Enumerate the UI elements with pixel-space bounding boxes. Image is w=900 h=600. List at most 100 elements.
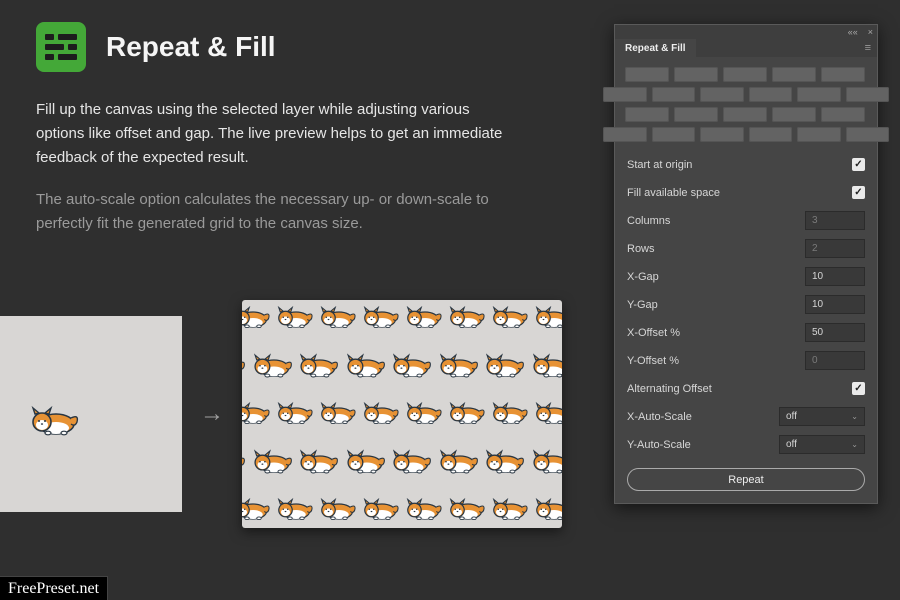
row-columns: Columns <box>627 210 865 231</box>
arrow-right-icon: → <box>200 400 224 428</box>
preview-brick <box>674 67 718 82</box>
panel-form: Start at origin ✓ Fill available space ✓… <box>615 148 877 503</box>
row-y-gap: Y-Gap <box>627 294 865 315</box>
shiba-icon <box>275 482 314 526</box>
shiba-icon <box>242 386 271 430</box>
shiba-icon <box>242 300 271 334</box>
row-x-offset: X-Offset % <box>627 322 865 343</box>
preview-brick <box>797 127 841 142</box>
select-y-auto-scale[interactable]: off ⌄ <box>779 435 865 454</box>
row-x-auto-scale: X-Auto-Scale off ⌄ <box>627 406 865 427</box>
shiba-icon <box>361 386 400 430</box>
shiba-icon <box>437 338 480 382</box>
preview-brick <box>603 127 647 142</box>
app-logo-icon <box>36 22 86 72</box>
preview-row <box>625 67 867 82</box>
panel-collapse-icon[interactable]: «« <box>848 27 858 37</box>
preview-brick <box>723 67 767 82</box>
shiba-icon <box>530 338 563 382</box>
shiba-icon <box>344 338 387 382</box>
shiba-icon <box>28 392 80 436</box>
row-y-offset: Y-Offset % <box>627 350 865 371</box>
preview-brick <box>674 107 718 122</box>
preview-brick <box>846 127 890 142</box>
shiba-icon <box>404 300 443 334</box>
preview-brick <box>625 107 669 122</box>
input-x-gap[interactable] <box>805 267 865 286</box>
shiba-icon <box>404 482 443 526</box>
shiba-icon <box>361 482 400 526</box>
label-columns: Columns <box>627 215 670 227</box>
preview-brick <box>723 107 767 122</box>
pattern-row <box>242 482 562 526</box>
canvas-after <box>242 300 562 528</box>
select-y-auto-scale-value: off <box>786 439 797 450</box>
shiba-icon <box>483 434 526 478</box>
panel-close-icon[interactable]: × <box>868 27 873 37</box>
shiba-icon <box>344 434 387 478</box>
checkbox-fill-available-space[interactable]: ✓ <box>852 186 865 199</box>
label-start-at-origin: Start at origin <box>627 159 692 171</box>
row-rows: Rows <box>627 238 865 259</box>
input-columns[interactable] <box>805 211 865 230</box>
input-x-offset[interactable] <box>805 323 865 342</box>
panel-tab-header: Repeat & Fill ≡ <box>615 39 877 57</box>
shiba-icon <box>404 386 443 430</box>
shiba-icon <box>251 338 294 382</box>
preview-brick <box>749 87 793 102</box>
preview-brick <box>700 127 744 142</box>
label-x-auto-scale: X-Auto-Scale <box>627 411 692 423</box>
watermark: FreePreset.net <box>0 576 108 600</box>
pattern-row <box>242 434 562 478</box>
label-rows: Rows <box>627 243 655 255</box>
shiba-icon <box>318 482 357 526</box>
shiba-icon <box>390 338 433 382</box>
row-alternating-offset: Alternating Offset ✓ <box>627 378 865 399</box>
row-fill-available-space: Fill available space ✓ <box>627 182 865 203</box>
shiba-icon <box>533 300 562 334</box>
repeat-fill-panel: «« × Repeat & Fill ≡ Start at origin ✓ F… <box>614 24 878 504</box>
pattern-row <box>242 300 562 334</box>
shiba-icon <box>490 300 529 334</box>
label-y-offset: Y-Offset % <box>627 355 679 367</box>
select-x-auto-scale-value: off <box>786 411 797 422</box>
panel-titlebar: «« × <box>615 25 877 39</box>
label-alternating-offset: Alternating Offset <box>627 383 712 395</box>
panel-menu-icon[interactable]: ≡ <box>859 42 877 54</box>
row-y-auto-scale: Y-Auto-Scale off ⌄ <box>627 434 865 455</box>
description-primary: Fill up the canvas using the selected la… <box>36 98 504 170</box>
canvas-before <box>0 316 182 512</box>
preview-brick <box>749 127 793 142</box>
shiba-icon <box>361 300 400 334</box>
preview-row <box>625 107 867 122</box>
shiba-icon <box>275 386 314 430</box>
label-x-offset: X-Offset % <box>627 327 680 339</box>
shiba-icon <box>437 434 480 478</box>
shiba-icon <box>297 434 340 478</box>
panel-tab[interactable]: Repeat & Fill <box>615 39 696 57</box>
checkbox-alternating-offset[interactable]: ✓ <box>852 382 865 395</box>
input-y-gap[interactable] <box>805 295 865 314</box>
input-rows[interactable] <box>805 239 865 258</box>
shiba-icon <box>530 434 563 478</box>
label-x-gap: X-Gap <box>627 271 659 283</box>
preview-row <box>601 127 891 142</box>
preview-brick <box>700 87 744 102</box>
row-start-at-origin: Start at origin ✓ <box>627 154 865 175</box>
select-x-auto-scale[interactable]: off ⌄ <box>779 407 865 426</box>
input-y-offset[interactable] <box>805 351 865 370</box>
shiba-icon <box>447 482 486 526</box>
shiba-icon <box>490 386 529 430</box>
preview-brick <box>821 107 865 122</box>
page-title: Repeat & Fill <box>106 31 276 63</box>
pattern-preview <box>615 57 877 148</box>
shiba-icon <box>390 434 433 478</box>
preview-brick <box>797 87 841 102</box>
checkbox-start-at-origin[interactable]: ✓ <box>852 158 865 171</box>
description-block: Fill up the canvas using the selected la… <box>0 86 540 236</box>
repeat-button[interactable]: Repeat <box>627 468 865 491</box>
chevron-down-icon: ⌄ <box>851 440 858 449</box>
shiba-icon <box>447 300 486 334</box>
preview-brick <box>846 87 890 102</box>
shiba-icon <box>318 300 357 334</box>
